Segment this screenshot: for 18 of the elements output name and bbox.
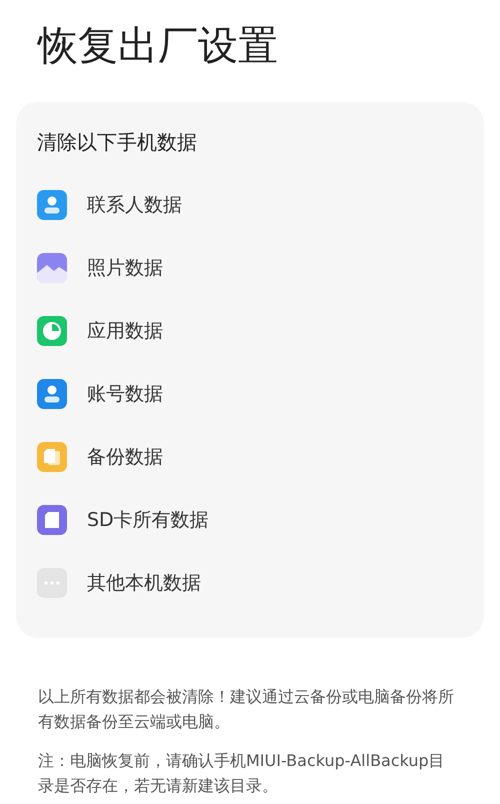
card-heading: 清除以下手机数据 [37, 129, 198, 156]
person-icon [37, 190, 67, 220]
data-item-label: 照片数据 [87, 256, 163, 280]
pie-chart-icon [37, 316, 67, 346]
data-item-label: SD卡所有数据 [87, 508, 209, 532]
note-text: 以上所有数据都会被清除！建议通过云备份或电脑备份将所有数据备份至云端或电脑。 [38, 686, 455, 733]
person-icon [37, 378, 67, 408]
data-item-label: 应用数据 [87, 318, 163, 344]
data-item-label: 其他本机数据 [87, 570, 201, 596]
note-text: 注：电脑恢复前，请确认手机MIUI-Backup-AllBackup目录是否存在，若无请新建该目录。 [38, 750, 446, 797]
documents-icon [37, 442, 67, 472]
document-icon [37, 504, 67, 534]
data-item-label: 备份数据 [87, 444, 163, 470]
dots-icon [37, 568, 67, 598]
page-title: 恢复出厂设置 [38, 22, 279, 71]
mountain-picture-icon [37, 252, 67, 282]
data-item-label: 联系人数据 [87, 192, 182, 218]
data-item-label: 账号数据 [87, 382, 163, 406]
